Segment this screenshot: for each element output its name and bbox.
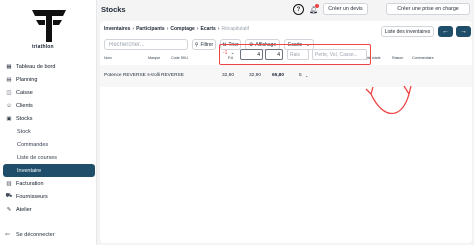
page-title: Stocks xyxy=(101,5,126,14)
sidebar-item-atelier[interactable]: ✎ Atelier xyxy=(3,203,95,216)
sidebar-item-label: Fournisseurs xyxy=(16,193,48,200)
filter-button[interactable]: ⚲ Filtrer xyxy=(192,39,216,50)
sidebar-nav: ▦ Tableau de bord ▤ Planning ◫ Caisse ☺ Clie… xyxy=(3,60,95,216)
quantity-input[interactable] xyxy=(240,49,263,60)
help-icon[interactable]: ? xyxy=(293,4,304,15)
brand-name: triathlon xyxy=(32,44,54,50)
col-pa: P.A xyxy=(228,56,234,60)
sidebar-item-label: Caisse xyxy=(16,89,33,96)
arrow-right-icon: → xyxy=(460,28,467,35)
sidebar-item-caisse[interactable]: ◫ Caisse xyxy=(3,86,95,99)
sidebar-subitem-stock[interactable]: Stock xyxy=(3,125,95,138)
previous-step-button[interactable]: ← xyxy=(438,26,453,37)
inventory-list-button[interactable]: Liste des inventaires xyxy=(381,26,434,37)
box-icon: ▣ xyxy=(6,115,12,122)
sidebar-item-label: Planning xyxy=(16,76,38,83)
topbar: Stocks ? 🔔︎ Créer un devis Créer une pri… xyxy=(97,0,474,18)
col-sku: Code SKU xyxy=(171,56,188,60)
inventory-card: Inventaires › Participants › Comptage › Ecarts… xyxy=(100,21,472,243)
calendar-icon: ▤ xyxy=(6,76,12,83)
col-name: Nom xyxy=(104,56,112,60)
logout-icon: ⇦ xyxy=(5,232,10,238)
cell-pv: 65,80 xyxy=(272,73,285,78)
breadcrumb-item[interactable]: Comptage xyxy=(170,26,194,32)
sidebar-subitem-liste-courses[interactable]: Liste de courses xyxy=(3,151,95,164)
breadcrumb-item[interactable]: Ecarts xyxy=(201,26,216,32)
logout-button[interactable]: ⇦ Se déconnecter xyxy=(5,232,55,238)
chevron-right-icon: › xyxy=(132,26,135,32)
ecart-value: -1 xyxy=(223,50,228,56)
sidebar-item-planning[interactable]: ▤ Planning xyxy=(3,73,95,86)
sidebar-item-label: Clients xyxy=(16,102,33,109)
users-icon: ☺ xyxy=(6,102,12,109)
ecart-select[interactable]: -1 ⌄ xyxy=(223,50,235,56)
comment-input[interactable] xyxy=(312,49,367,60)
sidebar: triathlon ▦ Tableau de bord ▤ Planning ◫ Ca… xyxy=(0,0,97,245)
display-icon: ⚙ xyxy=(248,41,254,48)
chevron-right-icon: › xyxy=(217,26,220,32)
cell-brand: REVERSE xyxy=(161,73,184,78)
sidebar-item-label: Atelier xyxy=(16,206,32,213)
filter-label: Filtrer xyxy=(200,41,214,48)
sort-button[interactable]: ⇅ Trier xyxy=(220,39,241,50)
sidebar-item-label: Facturation xyxy=(16,180,44,187)
chevron-right-icon: › xyxy=(166,26,169,32)
display-label: Affichage xyxy=(255,41,277,48)
col-qte-totale: Qté totale xyxy=(365,56,381,60)
col-brand: Marque xyxy=(148,56,161,60)
filter-icon: ⚲ xyxy=(194,41,199,48)
chevron-down-icon: ⌄ xyxy=(305,41,310,48)
sidebar-item-label: Stocks xyxy=(16,115,33,122)
sidebar-item-label: Tableau de bord xyxy=(16,63,56,70)
table-row[interactable]: Potence REVERSE s-trolli REVERSE 32,90 3… xyxy=(100,65,472,87)
dashboard-icon: ▦ xyxy=(6,63,12,70)
next-step-button[interactable]: → xyxy=(456,26,471,37)
cash-register-icon: ◫ xyxy=(6,89,12,96)
sidebar-item-fournisseurs[interactable]: ⛟ Fournisseurs xyxy=(3,190,95,203)
sidebar-item-facturation[interactable]: ▥ Facturation xyxy=(3,177,95,190)
chevron-down-icon: ⌄ xyxy=(230,50,235,56)
view-select-value: Ecarts xyxy=(288,41,303,48)
create-intake-button[interactable]: Créer une prise en charge xyxy=(386,3,470,15)
notification-badge xyxy=(315,4,319,8)
breadcrumb: Inventaires › Participants › Comptage › Ecarts… xyxy=(104,26,249,32)
create-quote-button[interactable]: Créer un devis xyxy=(323,3,368,15)
col-raison: Raison xyxy=(392,56,404,60)
breadcrumb-item[interactable]: Inventaires xyxy=(104,26,130,32)
triathlon-logo xyxy=(32,10,66,42)
sidebar-item-stocks[interactable]: ▣ Stocks xyxy=(3,112,95,125)
sidebar-item-clients[interactable]: ☺ Clients xyxy=(3,99,95,112)
wrench-icon: ✎ xyxy=(6,206,12,213)
sidebar-subitem-inventaire[interactable]: Inventaire xyxy=(3,164,95,177)
sort-label: Trier xyxy=(228,41,239,48)
truck-icon: ⛟ xyxy=(5,193,13,199)
table-header: Nom Marque Code SKU P.A PMPa P.V Qté sto… xyxy=(100,56,472,63)
reason-input[interactable] xyxy=(287,49,309,60)
chevron-right-icon: › xyxy=(196,26,199,32)
sidebar-subitem-commandes[interactable]: Commandes xyxy=(3,138,95,151)
cell-pmpa: 32,90 xyxy=(249,73,262,78)
logout-label: Se déconnecter xyxy=(16,232,55,238)
cell-pa: 32,90 xyxy=(222,73,235,78)
chevron-down-icon[interactable]: ⌄ xyxy=(305,73,308,78)
cell-stock: 5 xyxy=(299,73,302,78)
col-commentaire: Commentaire xyxy=(412,56,434,60)
sidebar-item-dashboard[interactable]: ▦ Tableau de bord xyxy=(3,60,95,73)
invoice-icon: ▥ xyxy=(6,180,12,187)
search-input[interactable] xyxy=(104,39,188,50)
sort-icon: ⇅ xyxy=(222,41,227,48)
arrow-left-icon: ← xyxy=(442,28,449,35)
total-quantity-input[interactable] xyxy=(265,49,283,60)
cell-name: Potence REVERSE s-trolli xyxy=(104,73,160,78)
breadcrumb-item[interactable]: Récapitulatif xyxy=(221,26,249,32)
breadcrumb-item[interactable]: Participants xyxy=(136,26,165,32)
